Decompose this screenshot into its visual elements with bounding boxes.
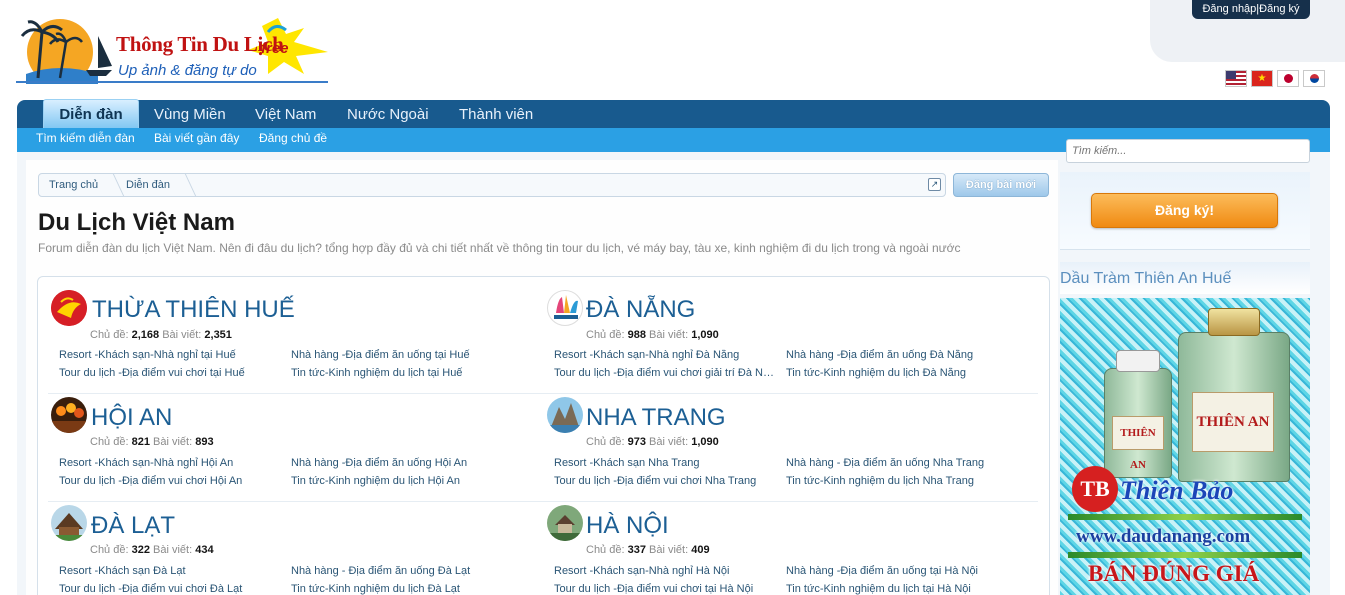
search-box [1066,139,1310,163]
language-switcher: ★ [1225,70,1325,87]
tab-forums[interactable]: Diễn đàn [43,99,139,129]
subforum-link[interactable]: Tour du lịch -Địa điểm vui chơi Hội An [59,475,284,487]
hanoi-node-icon [547,505,583,541]
hoian-node-icon [51,397,87,433]
breadcrumb: Trang chủ Diễn đàn [38,173,946,197]
row-divider [48,393,1038,394]
login-register-link[interactable]: Đăng nhập|Đăng ký [1192,0,1310,19]
ad-heading[interactable]: Dầu Tràm Thiên An Huế [1060,270,1231,288]
hue-node-icon [51,290,87,326]
subforum-link[interactable]: Tin tức-Kinh nghiệm du lịch tại Huế [291,367,516,379]
subforum-link[interactable]: Resort -Khách sạn-Nhà nghỉ Đà Nẵng [554,349,774,361]
node-title-hue[interactable]: THỪA THIÊN HUẾ [92,296,295,324]
nhatrang-node-icon [547,397,583,433]
subforum-link[interactable]: Resort -Khách sạn-Nhà nghỉ tại Huế [59,349,284,361]
danang-node-icon [547,290,583,326]
subforum-link[interactable]: Nhà hàng - Địa điểm ăn uống Đà Lạt [291,565,516,577]
small-bottle-label: THIÊN AN [1112,416,1164,471]
page: Thông Tin Du Lịch free Up ảnh & đăng tự … [0,0,1345,595]
large-bottle-label: THIÊN AN [1192,392,1274,452]
subforum-link[interactable]: Nhà hàng -Địa điểm ăn uống tại Hà Nội [786,565,1026,577]
site-logo[interactable]: Thông Tin Du Lịch free Up ảnh & đăng tự … [16,12,332,84]
subforum-link[interactable]: Tin tức-Kinh nghiệm du lịch tại Hà Nội [786,583,1026,595]
subforum-link[interactable]: Resort -Khách sạn-Nhà nghỉ Hà Nội [554,565,774,577]
tab-vietnam[interactable]: Việt Nam [255,104,316,128]
node-title-dalat[interactable]: ĐÀ LẠT [91,512,175,540]
subforum-link[interactable]: Tour du lịch -Địa điểm vui chơi Đà Lạt [59,583,284,595]
subforum-link[interactable]: Tin tức-Kinh nghiệm du lịch Nha Trang [786,475,1026,487]
dalat-node-icon [51,505,87,541]
search-input[interactable] [1067,140,1309,162]
tab-regions[interactable]: Vùng Miền [154,104,226,128]
node-stats-danang: Chủ đề: 988 Bài viết: 1,090 [586,329,719,341]
subforum-link[interactable]: Nhà hàng -Địa điểm ăn uống Hội An [291,457,516,469]
node-stats-hue: Chủ đề: 2,168 Bài viết: 2,351 [90,329,232,341]
thienbao-logo-icon: TB [1072,466,1118,512]
subforum-link[interactable]: Nhà hàng - Địa điểm ăn uống Nha Trang [786,457,1026,469]
node-title-hoian[interactable]: HỘI AN [91,404,172,432]
ad-divider [1068,552,1302,558]
node-stats-nhatrang: Chủ đề: 973 Bài viết: 1,090 [586,436,719,448]
node-stats-hanoi: Chủ đề: 337 Bài viết: 409 [586,544,710,556]
subnav-post-thread[interactable]: Đăng chủ đề [259,131,327,145]
logo-subtitle: Up ảnh & đăng tự do [118,62,257,79]
subnav-recent-posts[interactable]: Bài viết gần đây [154,131,239,145]
subforum-link[interactable]: Tin tức-Kinh nghiệm du lịch Hội An [291,475,516,487]
kr-flag-icon[interactable] [1303,70,1325,87]
ad-brand-name: Thiên Bảo [1120,476,1234,505]
subforum-link[interactable]: Nhà hàng -Địa điểm ăn uống Đà Nẵng [786,349,1026,361]
breadcrumb-home[interactable]: Trang chủ [49,179,98,191]
logo-title: Thông Tin Du Lịch [116,32,284,56]
jp-flag-icon[interactable] [1277,70,1299,87]
tab-abroad[interactable]: Nước Ngoài [347,104,429,128]
breadcrumb-forums[interactable]: Diễn đàn [126,179,170,191]
node-title-danang[interactable]: ĐÀ NẴNG [586,296,695,324]
post-new-thread-button[interactable]: Đăng bài mới [953,173,1049,197]
page-title: Du Lịch Việt Nam [38,209,235,236]
subforum-link[interactable]: Resort -Khách sạn-Nhà nghỉ Hội An [59,457,284,469]
node-stats-dalat: Chủ đề: 322 Bài viết: 434 [90,544,214,556]
breadcrumb-separator [99,173,125,197]
small-bottle-cap [1116,350,1160,372]
vn-flag-icon[interactable]: ★ [1251,70,1273,87]
subforum-link[interactable]: Tin tức-Kinh nghiệm du lịch Đà Lạt [291,583,516,595]
node-title-hanoi[interactable]: HÀ NỘI [586,512,669,540]
subforum-link[interactable]: Resort -Khách sạn Đà Lạt [59,565,284,577]
subforum-link[interactable]: Tour du lịch -Địa điểm vui chơi Nha Tran… [554,475,776,487]
subforum-link[interactable]: Tour du lịch -Địa điểm vui chơi tại Huế [59,367,284,379]
logo-free-badge: free [261,40,289,57]
node-title-nhatrang[interactable]: NHA TRANG [586,404,726,432]
us-flag-icon[interactable] [1225,70,1247,87]
row-divider [48,501,1038,502]
jump-to-icon[interactable]: ↗ [928,178,941,191]
subnav-search-forums[interactable]: Tìm kiếm diễn đàn [36,131,135,145]
signup-button[interactable]: Đăng ký! [1091,193,1278,228]
ad-divider [1068,514,1302,520]
large-bottle-cap [1208,308,1260,336]
logo-underline [16,81,328,83]
advertisement-banner[interactable]: THIÊN AN THIÊN AN TB Thiên Bảo www.dauda… [1060,298,1310,595]
subforum-link[interactable]: Tin tức-Kinh nghiệm du lịch Đà Nẵng [786,367,1026,379]
subforum-link[interactable]: Tour du lịch -Địa điểm vui chơi giải trí… [554,367,776,379]
subforum-link[interactable]: Tour du lịch -Địa điểm vui chơi tại Hà N… [554,583,776,595]
breadcrumb-separator [171,173,197,197]
subforum-link[interactable]: Nhà hàng -Địa điểm ăn uống tại Huế [291,349,516,361]
ad-slogan: BÁN ĐÚNG GIÁ [1088,561,1260,586]
page-description: Forum diễn đàn du lịch Việt Nam. Nên đi … [38,241,961,255]
node-stats-hoian: Chủ đề: 821 Bài viết: 893 [90,436,214,448]
tab-members[interactable]: Thành viên [459,104,533,128]
subforum-link[interactable]: Resort -Khách sạn Nha Trang [554,457,774,469]
ad-url: www.daudanang.com [1076,526,1251,547]
